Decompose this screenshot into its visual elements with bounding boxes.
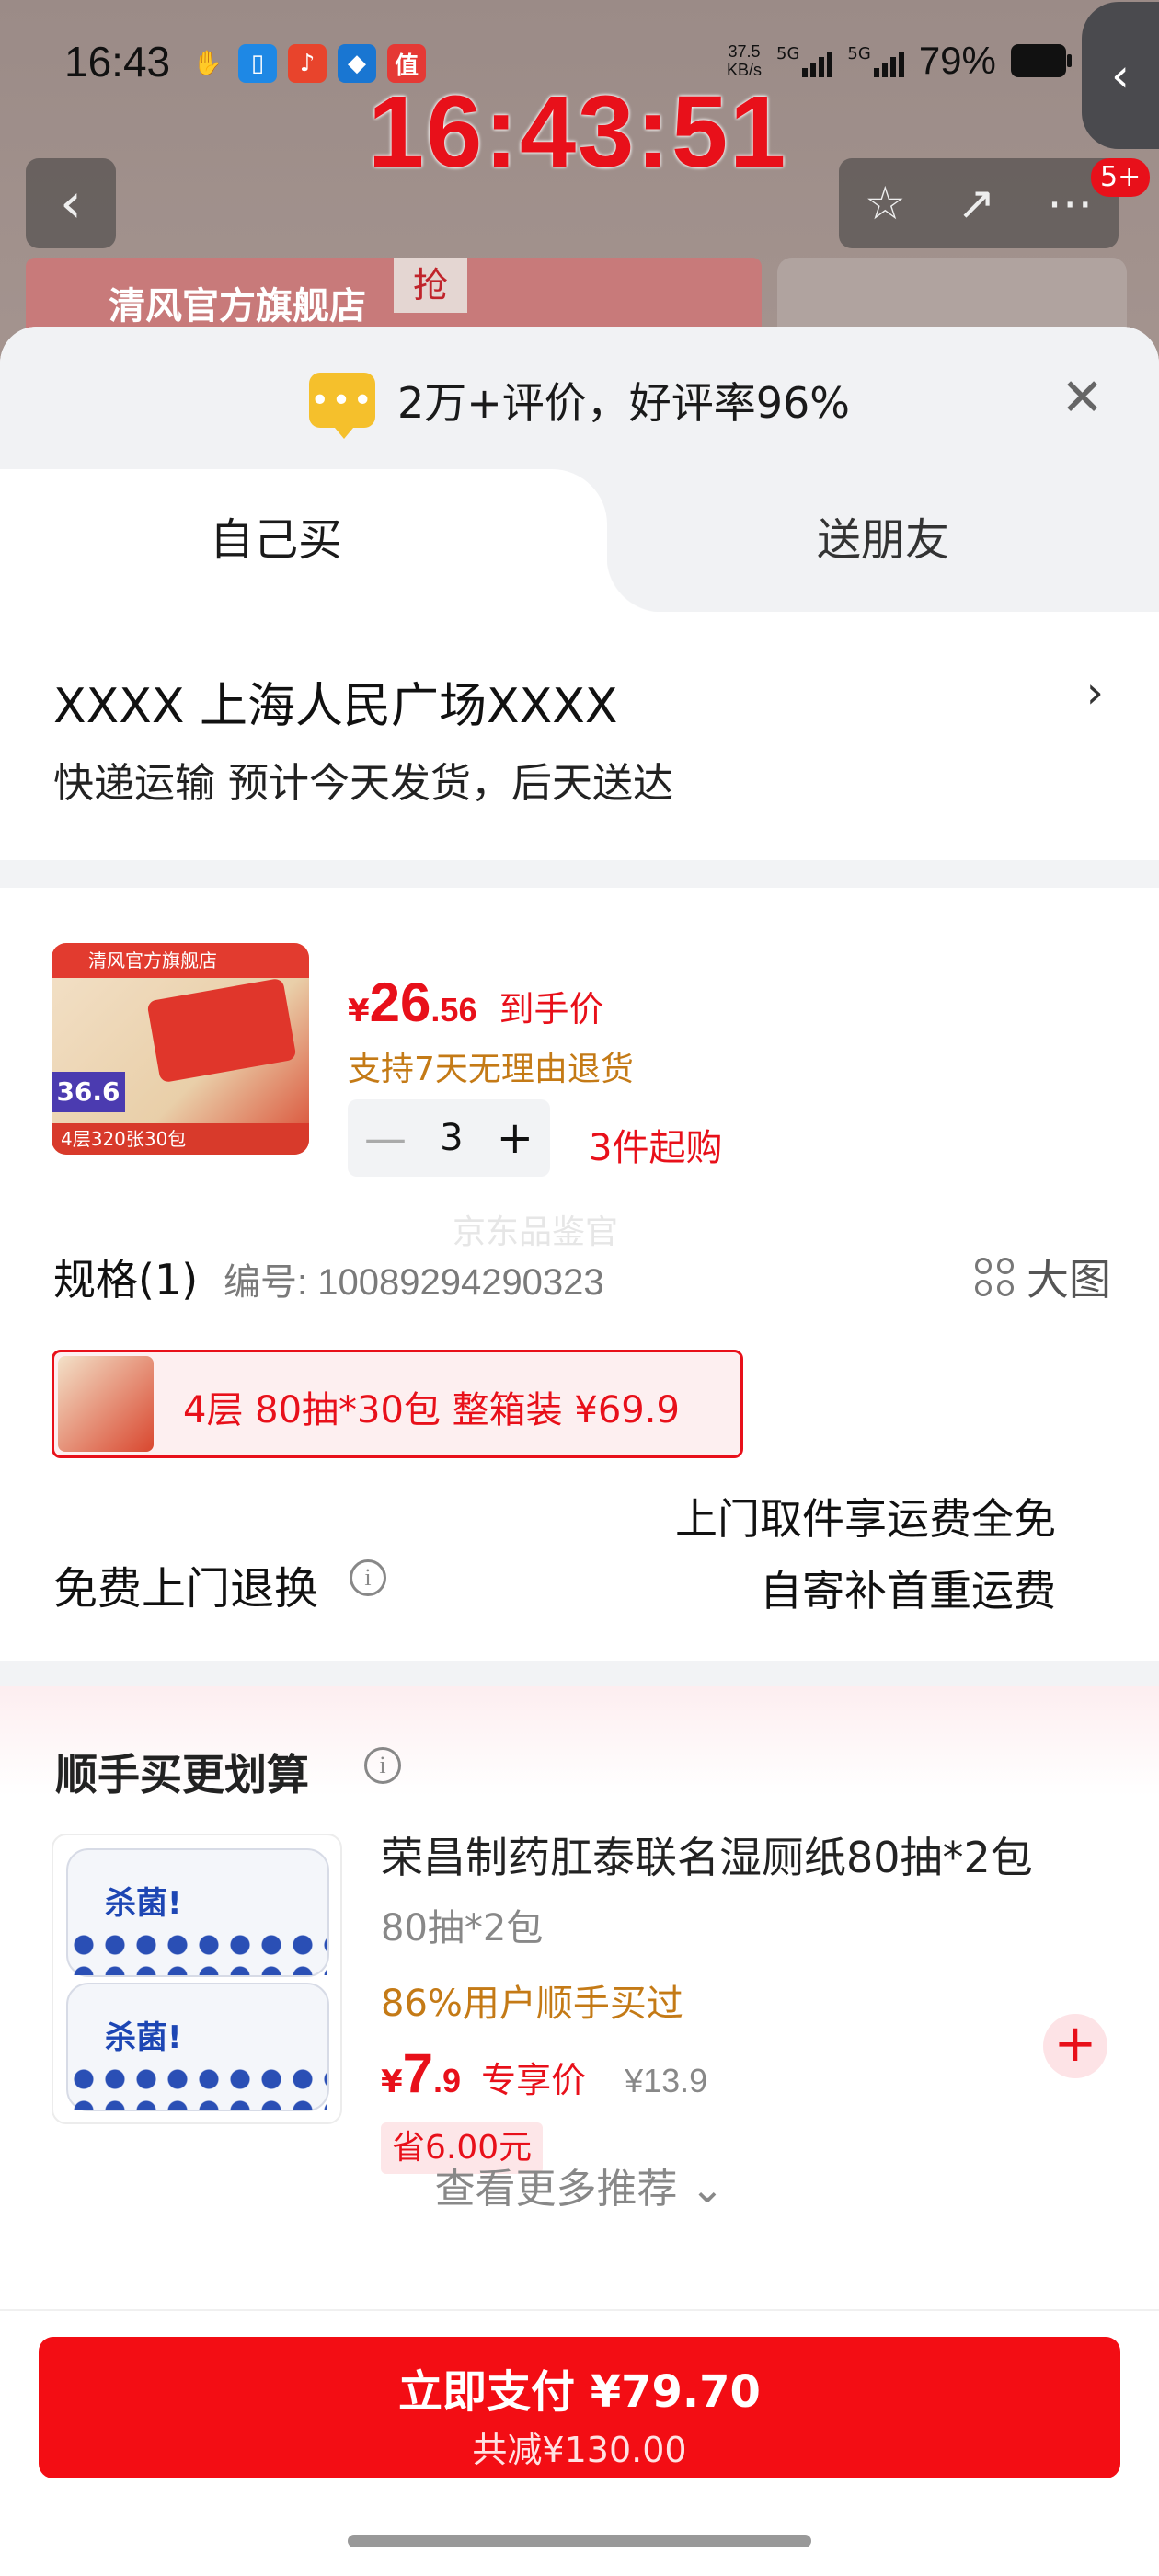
chevron-left-icon: ‹ [60, 171, 82, 236]
big-image-button[interactable]: 大图 [975, 1247, 1111, 1307]
battery-icon [1010, 44, 1072, 77]
handshake-icon: ✋ [192, 50, 224, 77]
store-tag: 抢 [394, 258, 467, 313]
phone-clone-icon: ▯ [238, 44, 277, 83]
clock-overlay: 16:43:51 [368, 75, 788, 189]
pay-now-label: 立即支付 ¥79.70 [398, 2366, 761, 2418]
return-service-line2: 自寄补首重运费 [760, 1566, 1056, 1616]
sku-thumbnail [58, 1356, 154, 1452]
divider [0, 860, 1159, 888]
review-summary: ••• 2万+评价，好评率96% [0, 363, 1159, 439]
min-purchase: 3件起购 [589, 1127, 723, 1169]
home-indicator[interactable] [348, 2535, 811, 2547]
divider [0, 1661, 1159, 1688]
grid-icon [975, 1258, 1014, 1296]
purchase-tabs: 自己买 送朋友 [0, 469, 1159, 612]
info-icon[interactable]: i [350, 1559, 386, 1596]
background-page: 16:43 ✋ ▯ ♪ ◆ 值 37.5 KB/s 5G 5G 79% 16:4 [0, 0, 1159, 368]
close-icon[interactable]: ✕ [1061, 373, 1104, 424]
more-icon[interactable]: ⋯ [1047, 177, 1093, 230]
address-section[interactable]: XXXX 上海人民广场XXXX › 快递运输 预计今天发货，后天送达 [0, 612, 1159, 860]
return-service-title: 免费上门退换 [53, 1563, 319, 1615]
sheet-header: ••• 2万+评价，好评率96% ✕ [0, 327, 1159, 469]
recommendation-spec: 80抽*2包 [381, 1907, 544, 1949]
sku-option-selected[interactable]: 4层 80抽*30包 整箱装 ¥69.9 [52, 1350, 743, 1458]
product-card: 清风官方旗舰店 36.6 4层320张30包 ¥ 26 .56 到手价 支持7天… [0, 888, 1159, 1251]
pay-now-button[interactable]: 立即支付 ¥79.70 共减¥130.00 [39, 2337, 1120, 2478]
sku-label: 4层 80抽*30包 整箱装 ¥69.9 [183, 1389, 680, 1432]
tab-buy-self-label[interactable]: 自己买 [0, 469, 552, 612]
star-icon[interactable]: ☆ [865, 177, 906, 230]
recommendation-title: 顺手买更划算 [55, 1750, 309, 1800]
recommendation-price: ¥ 7 .9 专享价 ¥13.9 [381, 2042, 708, 2104]
signal-icon-2: 5G [847, 44, 904, 77]
status-time: 16:43 [64, 38, 171, 86]
review-text: 2万+评价，好评率96% [396, 378, 851, 428]
product-price: ¥ 26 .56 到手价 [348, 972, 604, 1033]
recommendation-buy-rate: 86%用户顺手买过 [381, 1983, 683, 2025]
store-name: 清风官方旗舰店 [109, 285, 366, 328]
signal-icon-1: 5G [776, 44, 833, 77]
qq-music-icon: ♪ [288, 44, 327, 83]
spec-title: 规格(1) [53, 1255, 199, 1305]
more-recommendations-link[interactable]: 查看更多推荐 ⌄ [0, 2156, 1159, 2214]
product-image[interactable]: 清风官方旗舰店 36.6 4层320张30包 [52, 943, 309, 1155]
address-text: XXXX 上海人民广场XXXX [53, 679, 618, 734]
add-to-order-button[interactable]: + [1043, 2014, 1107, 2078]
return-service: 免费上门退换 i 上门取件享运费全免 自寄补首重运费 [0, 1486, 1159, 1661]
minus-button[interactable]: — [364, 1113, 407, 1163]
delivery-estimate: 快递运输 预计今天发货，后天送达 [53, 760, 673, 807]
page-actions: ☆ ↗ ⋯ [839, 158, 1119, 248]
battery-level: 79% [918, 39, 996, 82]
notification-badge: 5+ [1091, 158, 1151, 197]
quantity-stepper: — 3 + [348, 1099, 550, 1177]
share-icon[interactable]: ↗ [957, 177, 995, 230]
recommendation-image[interactable]: 杀菌! 杀菌! [52, 1834, 342, 2124]
back-button[interactable]: ‹ [26, 158, 116, 248]
recommendation-name[interactable]: 荣昌制药肛泰联名湿厕纸80抽*2包 [381, 1824, 1033, 1885]
info-icon[interactable]: i [364, 1747, 401, 1784]
spec-number: 编号: 10089294290323 [224, 1262, 604, 1303]
return-service-line1: 上门取件享运费全免 [675, 1494, 1056, 1544]
recommendation-section: 顺手买更划算 i 杀菌! 杀菌! 荣昌制药肛泰联名湿厕纸80抽*2包 80抽*2… [0, 1686, 1159, 2294]
spec-row: 规格(1) 编号: 10089294290323 大图 [53, 1247, 1111, 1305]
order-sheet: ••• 2万+评价，好评率96% ✕ 自己买 送朋友 XXXX 上海人民广场XX… [0, 327, 1159, 2576]
total-discount: 共减¥130.00 [472, 2430, 687, 2470]
tab-gift-friend[interactable]: 送朋友 [607, 469, 1159, 612]
side-panel-handle[interactable]: ‹ [1082, 2, 1159, 149]
quantity-value[interactable]: 3 [440, 1117, 463, 1159]
chat-bubble-icon: ••• [308, 373, 375, 439]
plus-button[interactable]: + [497, 1112, 534, 1164]
chevron-right-icon: › [1085, 667, 1104, 719]
return-policy: 支持7天无理由退货 [348, 1051, 634, 1088]
